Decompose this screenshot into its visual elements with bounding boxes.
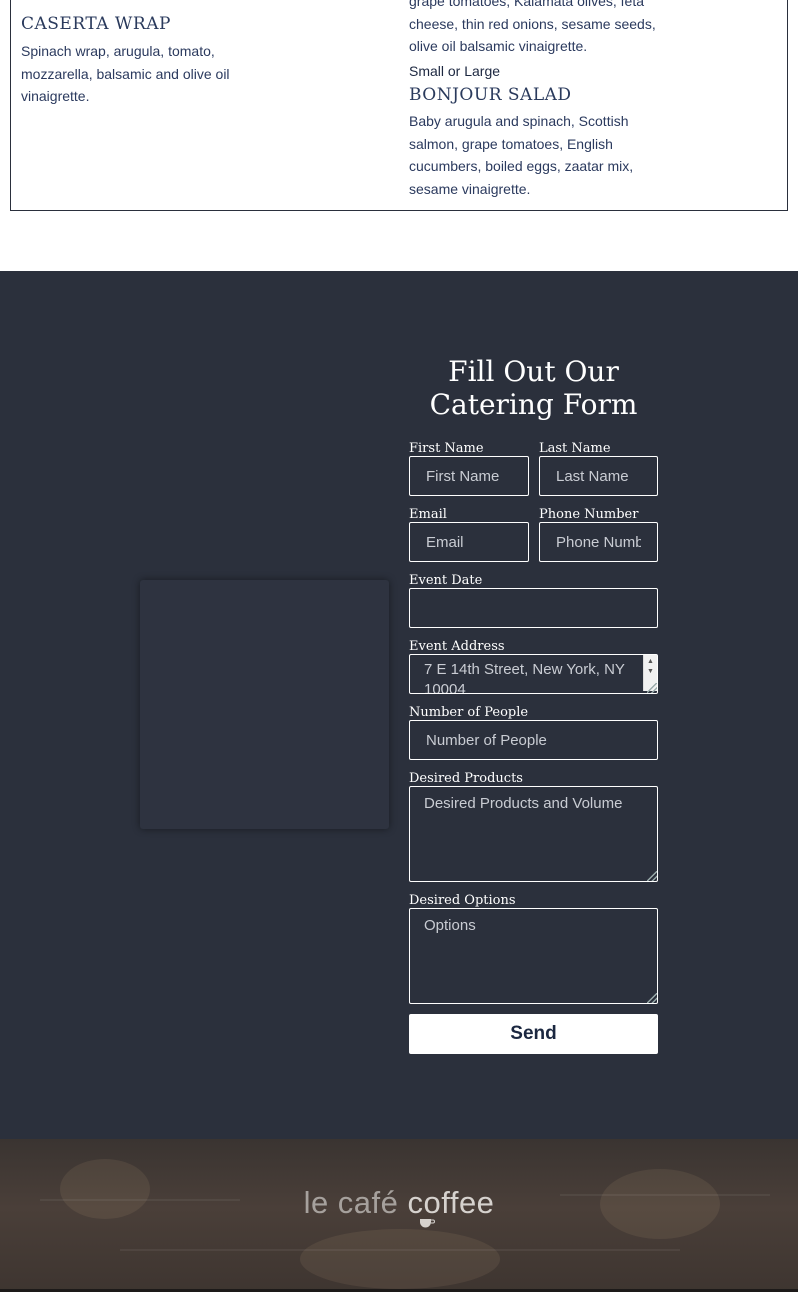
first-name-input[interactable] bbox=[409, 456, 529, 496]
form-title: Fill Out Our Catering Form bbox=[429, 355, 638, 421]
menu-item-size: Small or Large bbox=[409, 63, 501, 79]
event-date-label: Event Date bbox=[409, 573, 483, 588]
logo-le-cafe: le café bbox=[303, 1185, 399, 1220]
footer-logo[interactable]: le café coffee bbox=[0, 1185, 798, 1221]
scroll-down-icon[interactable]: ▼ bbox=[647, 668, 654, 675]
background-shelf bbox=[120, 1249, 680, 1251]
event-address-label: Event Address bbox=[409, 639, 505, 654]
event-date-input[interactable] bbox=[409, 588, 658, 628]
options-wrapper bbox=[409, 908, 658, 1004]
resize-grip-icon[interactable] bbox=[647, 993, 657, 1003]
footer: le café coffee bbox=[0, 1139, 798, 1292]
menu-section: CASERTA WRAP Spinach wrap, arugula, toma… bbox=[10, 0, 788, 211]
menu-item-description-prev: grape tomatoes, Kalamata olives, feta ch… bbox=[409, 0, 679, 58]
menu-item-title: BONJOUR SALAD bbox=[409, 85, 572, 105]
desc-line: grape tomatoes, Kalamata olives, feta bbox=[409, 0, 645, 9]
people-input[interactable] bbox=[409, 720, 658, 760]
options-textarea[interactable] bbox=[409, 908, 658, 1004]
options-label: Desired Options bbox=[409, 893, 516, 908]
phone-label: Phone Number bbox=[539, 507, 639, 522]
resize-grip-icon[interactable] bbox=[647, 871, 657, 881]
last-name-input[interactable] bbox=[539, 456, 658, 496]
phone-input[interactable] bbox=[539, 522, 658, 562]
scroll-up-icon[interactable]: ▲ bbox=[647, 658, 654, 665]
desc-line: cheese, thin red onions, sesame seeds, bbox=[409, 15, 656, 32]
products-wrapper bbox=[409, 786, 658, 882]
logo-coffee: coffee bbox=[407, 1185, 495, 1220]
email-label: Email bbox=[409, 507, 447, 522]
menu-item-title: CASERTA WRAP bbox=[21, 14, 171, 34]
background-lamp bbox=[300, 1229, 500, 1289]
video-embed[interactable] bbox=[140, 580, 389, 829]
menu-item-description: Spinach wrap, arugula, tomato, mozzarell… bbox=[21, 43, 230, 104]
send-button[interactable]: Send bbox=[409, 1014, 658, 1054]
event-address-input[interactable] bbox=[409, 654, 658, 694]
products-label: Desired Products bbox=[409, 771, 523, 786]
products-textarea[interactable] bbox=[409, 786, 658, 882]
event-address-wrapper: ▲ ▼ bbox=[409, 654, 658, 694]
first-name-label: First Name bbox=[409, 441, 484, 456]
catering-section: Fill Out Our Catering Form First Name La… bbox=[0, 271, 798, 1139]
desc-line: olive oil balsamic vinaigrette. bbox=[409, 38, 588, 54]
last-name-label: Last Name bbox=[539, 441, 611, 456]
menu-item-description: Baby arugula and spinach, Scottish salmo… bbox=[409, 113, 634, 197]
email-input[interactable] bbox=[409, 522, 529, 562]
people-label: Number of People bbox=[409, 705, 529, 720]
resize-grip-icon[interactable] bbox=[647, 683, 657, 693]
coffee-cup-icon bbox=[420, 1219, 435, 1228]
